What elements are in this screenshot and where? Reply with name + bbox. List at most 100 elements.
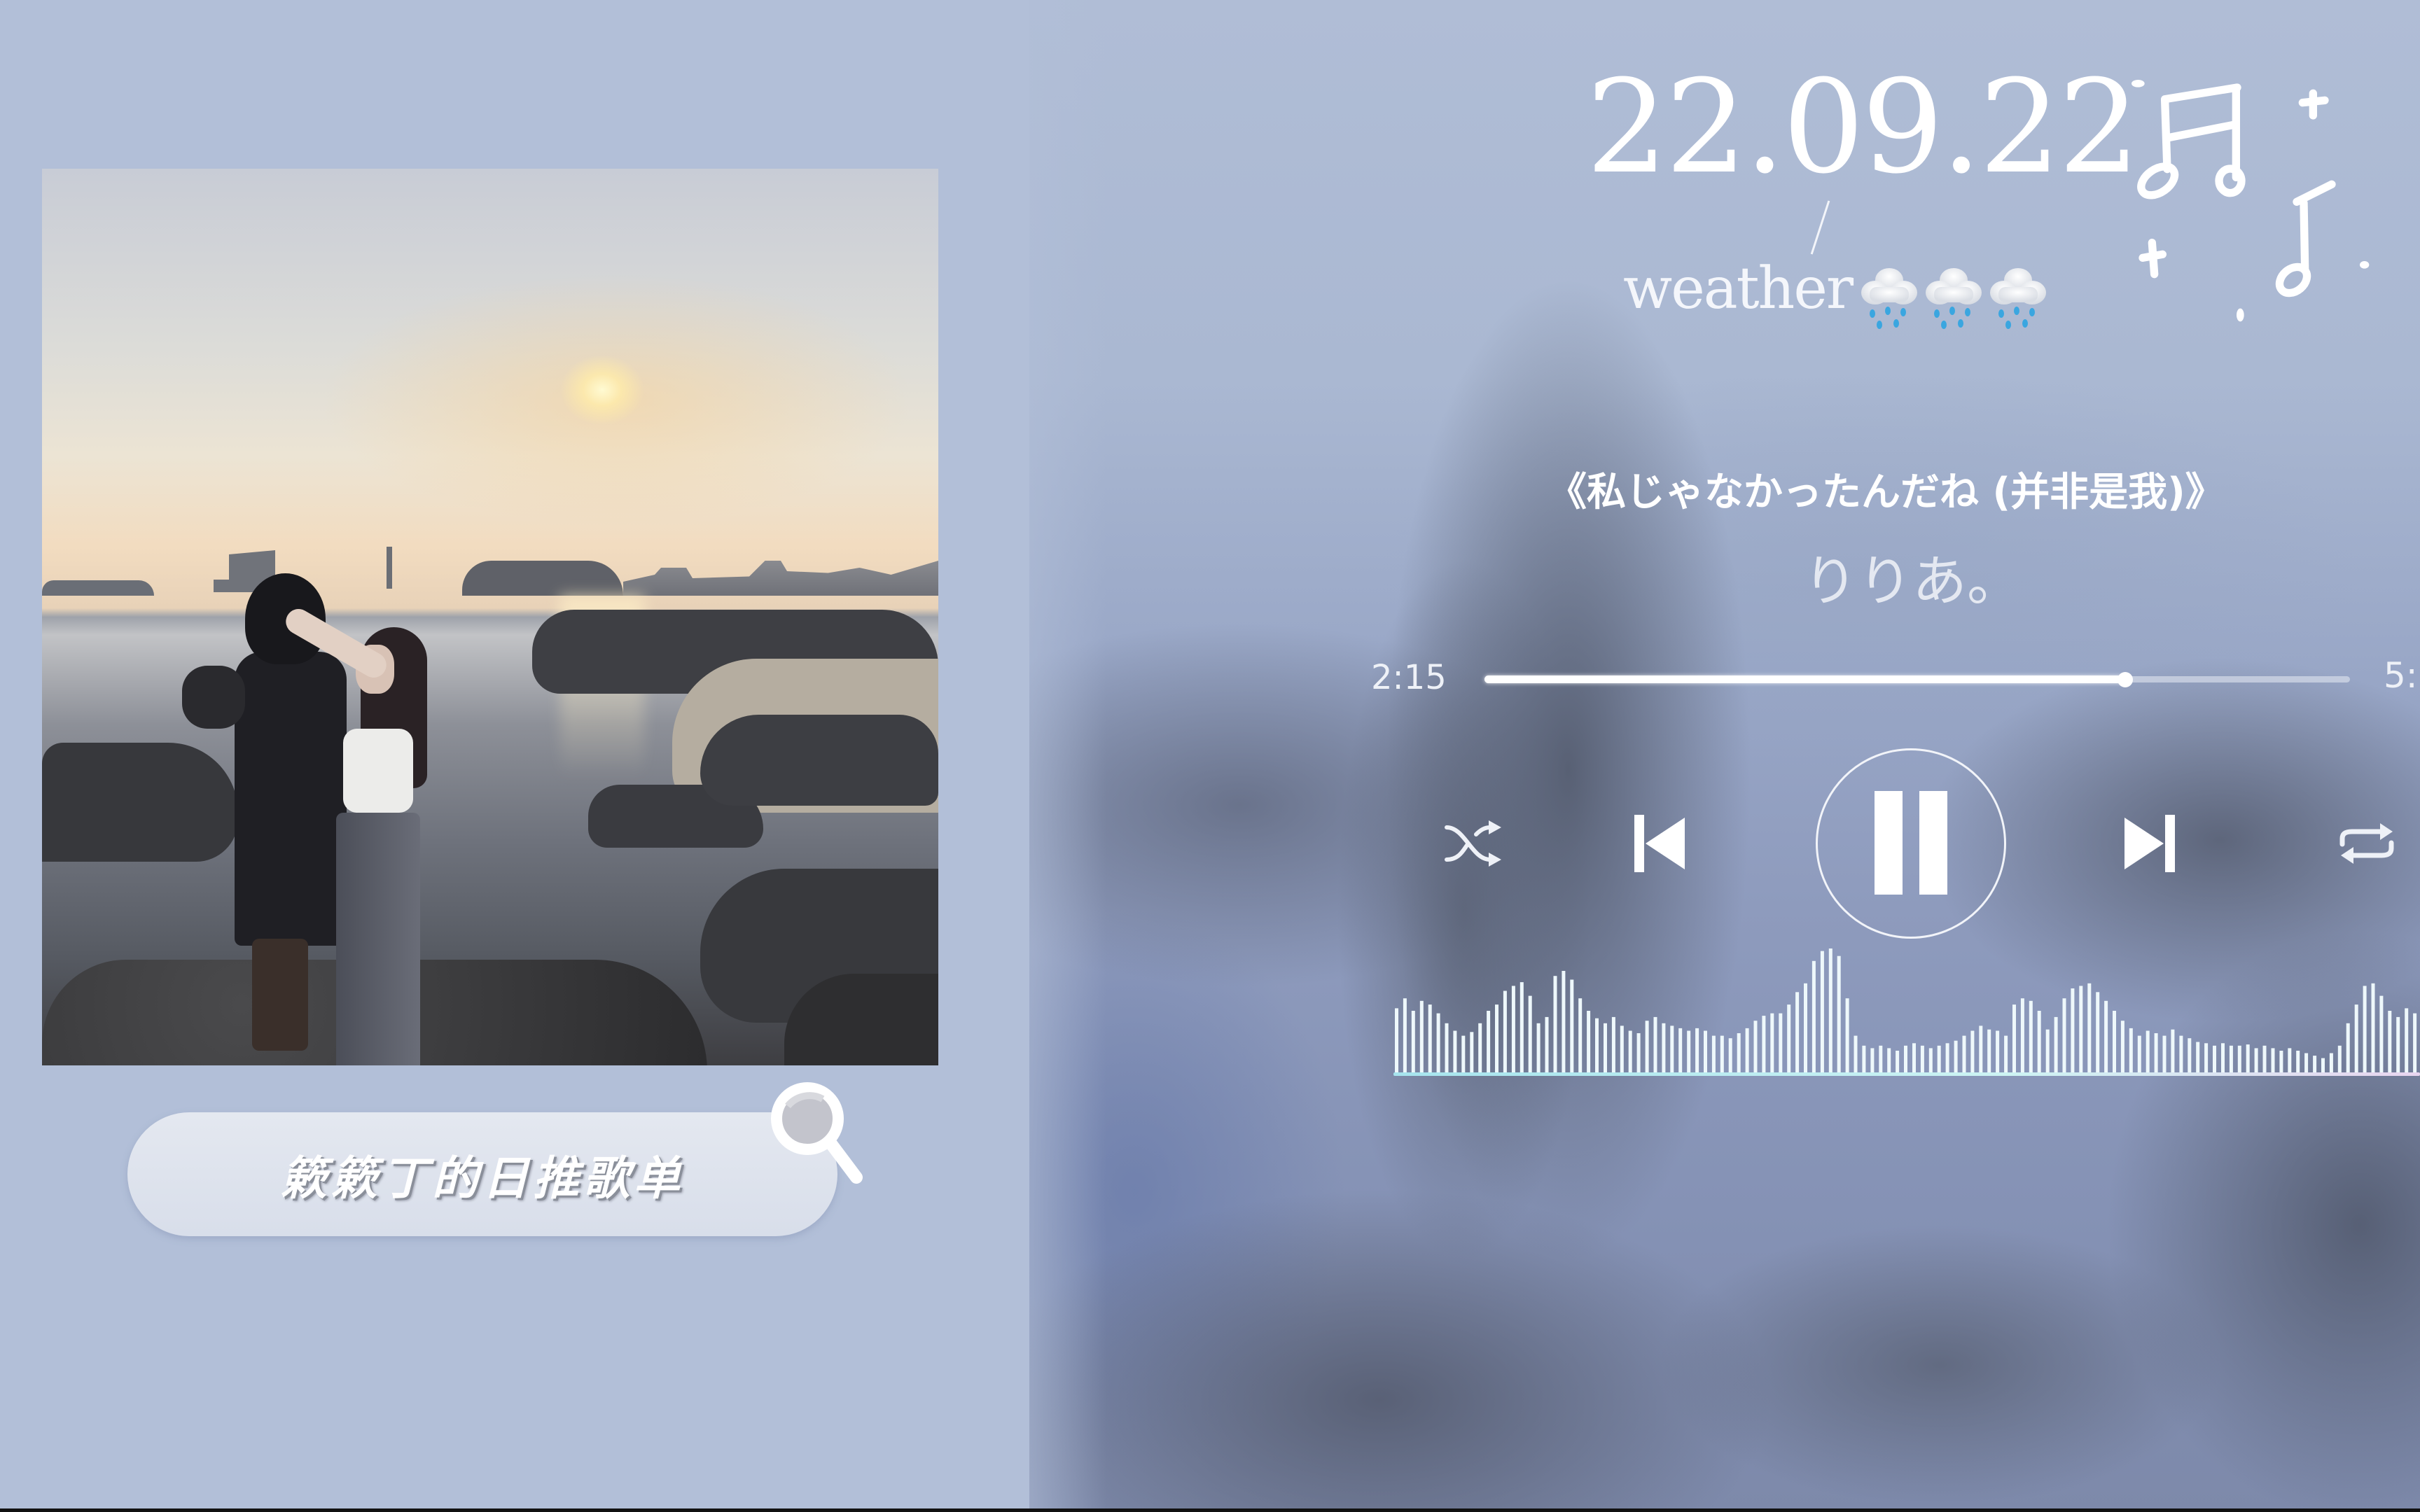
waveform-bar [1920, 1045, 1924, 1073]
waveform-bar [2229, 1045, 2233, 1073]
progress-thumb[interactable] [2117, 672, 2133, 687]
waveform-bar [1403, 998, 1407, 1073]
waveform-bar [2363, 986, 2367, 1073]
artist-name[interactable]: りりあ。 [1803, 554, 2022, 609]
waveform-bar [2087, 983, 2092, 1073]
weather-icons [1860, 266, 2049, 332]
waveform-bar [1970, 1030, 1975, 1073]
cloud-rain-icon [1861, 268, 1917, 329]
waveform-bar [2029, 1000, 2033, 1073]
waveform-bar [2096, 992, 2100, 1073]
waveform-bar [2020, 998, 2024, 1073]
waveform-bar [2271, 1048, 2275, 1073]
progress-slider[interactable] [1484, 672, 2350, 687]
waveform-bar [2337, 1045, 2342, 1073]
waveform-bar [1411, 1011, 1415, 1073]
waveform-bar [2129, 1028, 2133, 1073]
waveform-bar [1536, 1023, 1541, 1073]
photo-chimney [387, 547, 392, 589]
waveform-bar [2120, 1021, 2125, 1073]
waveform-bar [1804, 983, 1807, 1073]
waveform-bar [2171, 1029, 2175, 1073]
waveform-bar [1419, 1000, 1424, 1073]
waveform-bar [2146, 1030, 2150, 1073]
waveform-bar [1611, 1016, 1615, 1073]
cloud-rain-icon [1926, 268, 1982, 329]
next-button[interactable] [2118, 808, 2181, 878]
waveform-bar [1954, 1040, 1958, 1073]
waveform-bar [1687, 1030, 1691, 1073]
waveform-bar [1779, 1013, 1783, 1073]
waveform-bar [2196, 1042, 2200, 1073]
waveform-bar [1737, 1033, 1741, 1073]
waveform-bar [2346, 1023, 2350, 1073]
photo-rock-left [42, 743, 238, 862]
waveform-bar [1837, 955, 1841, 1073]
waveform-bar [2188, 1038, 2192, 1073]
waveform-bar [2371, 983, 2375, 1073]
waveform-bar [1912, 1043, 1916, 1073]
waveform-bar [1553, 976, 1557, 1073]
waveform-bar [2204, 1043, 2209, 1073]
pause-icon [1875, 791, 1947, 895]
waveform-bar [1937, 1045, 1941, 1073]
waveform-bar [1645, 1021, 1649, 1073]
date-label: 22.09.22 [1586, 52, 2140, 202]
waveform-bar [2221, 1043, 2225, 1073]
waveform-bar [2179, 1035, 2183, 1073]
waveform-bar [1461, 1035, 1466, 1073]
waveform-bar [2079, 986, 2083, 1073]
waveform-bar [1745, 1028, 1749, 1073]
audio-waveform [1395, 948, 2417, 1073]
skip-previous-icon [1634, 815, 1685, 872]
cloud-rain-icon [1990, 268, 2046, 329]
waveform-baseline [1393, 1072, 2420, 1076]
previous-button[interactable] [1628, 808, 1691, 878]
waveform-bar [1820, 951, 1824, 1073]
waveform-bar [1503, 990, 1507, 1073]
waveform-bar [1928, 1048, 1933, 1073]
waveform-bar [1604, 1023, 1607, 1073]
waveform-bar [1628, 1030, 1632, 1073]
shuffle-icon [1445, 820, 1501, 867]
waveform-bar [1828, 948, 1833, 1073]
waveform-bar [1862, 1045, 1866, 1073]
waveform-bar [1811, 960, 1816, 1073]
waveform-bar [2054, 1016, 2058, 1073]
waveform-bar [2262, 1045, 2267, 1073]
waveform-bar [1495, 1004, 1498, 1073]
waveform-bar [2396, 1016, 2400, 1073]
waveform-bar [1870, 1048, 1875, 1073]
waveform-bar [2037, 1011, 2041, 1073]
waveform-bar [1528, 995, 1532, 1073]
photo-hill [462, 561, 623, 596]
waveform-bar [1595, 1018, 1599, 1073]
playlist-search-box[interactable]: 簌簌丁的日推歌单 [127, 1112, 837, 1236]
waveform-bar [1720, 1035, 1724, 1073]
waveform-bar [1770, 1013, 1774, 1073]
skip-next-icon [2125, 815, 2175, 872]
waveform-bar [1987, 1029, 1991, 1073]
pause-button[interactable] [1816, 748, 2006, 939]
waveform-bar [2321, 1058, 2325, 1073]
background-fade [966, 0, 1106, 1512]
waveform-bar [2388, 1011, 2392, 1073]
playlist-label: 簌簌丁的日推歌单 [281, 1151, 684, 1205]
waveform-bar [2329, 1053, 2333, 1073]
waveform-bar [2413, 1013, 2417, 1073]
shuffle-button[interactable] [1442, 812, 1505, 875]
waveform-bar [2237, 1045, 2241, 1073]
waveform-bar [1436, 1013, 1440, 1073]
waveform-bar [2162, 1035, 2167, 1073]
waveform-bar [1704, 1030, 1707, 1073]
waveform-bar [1662, 1023, 1666, 1073]
waveform-bar [2279, 1051, 2283, 1073]
magnifier-icon[interactable] [767, 1078, 872, 1190]
repeat-button[interactable] [2335, 816, 2398, 872]
waveform-bar [1945, 1043, 1949, 1073]
waveform-bar [1653, 1016, 1657, 1073]
waveform-bar [2354, 1004, 2358, 1073]
waveform-bar [2045, 1029, 2050, 1073]
waveform-bar [1753, 1021, 1758, 1073]
waveform-bar [1845, 998, 1849, 1073]
